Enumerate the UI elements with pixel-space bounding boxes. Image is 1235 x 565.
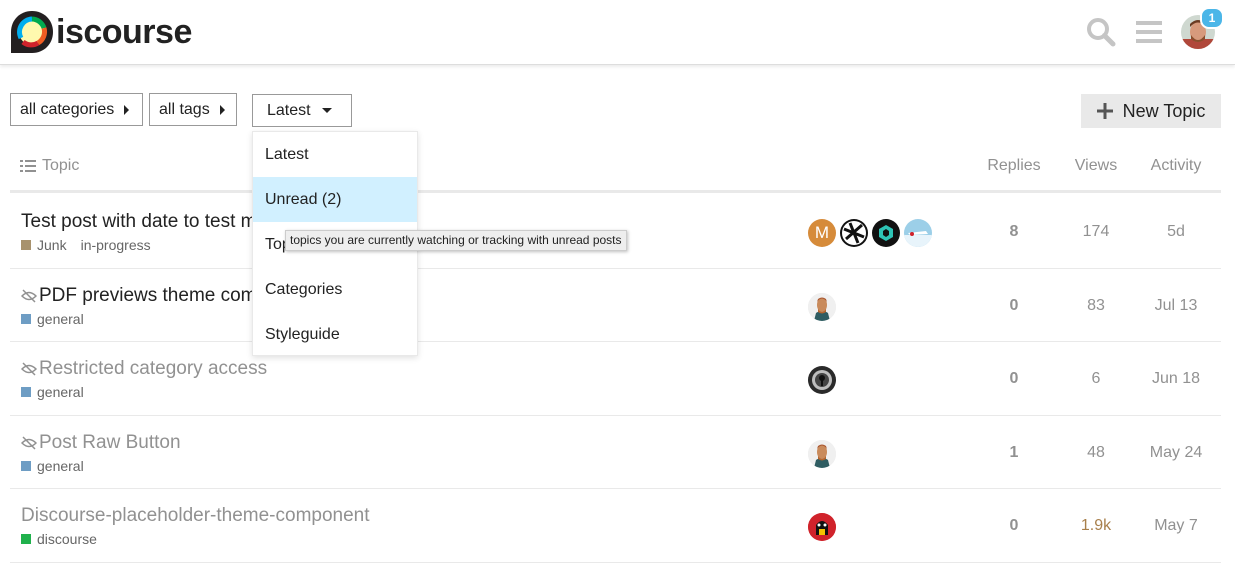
- topic-title: Test post with date to test m: [21, 211, 257, 232]
- topic-list-header: Topic Replies Views Activity: [10, 146, 1221, 193]
- category-color-swatch: [21, 387, 31, 397]
- caret-down-icon: [321, 108, 332, 113]
- menu-item-latest[interactable]: Latest: [253, 132, 417, 177]
- list-filter-label: Latest: [267, 101, 311, 119]
- search-icon: [1087, 18, 1116, 47]
- eye-slash-icon: [21, 362, 37, 376]
- avatar-image: [808, 513, 836, 541]
- list-icon: [20, 160, 36, 172]
- activity-time[interactable]: May 24: [1136, 444, 1216, 462]
- replies-count: 0: [1009, 297, 1019, 314]
- tag-filter-label: all tags: [159, 100, 210, 118]
- posters-list: [808, 293, 836, 321]
- topic-title: Discourse-placeholder-theme-component: [21, 505, 370, 526]
- category-badge[interactable]: general: [37, 458, 84, 474]
- topic-title-link[interactable]: Restricted category access: [21, 358, 267, 380]
- activity-time[interactable]: Jul 13: [1136, 297, 1216, 315]
- views-count: 174: [1082, 223, 1110, 240]
- table-row[interactable]: Discourse-placeholder-theme-component di…: [10, 489, 1221, 563]
- search-button[interactable]: [1085, 14, 1117, 50]
- views-count: 48: [1087, 444, 1105, 461]
- new-topic-button[interactable]: New Topic: [1081, 94, 1221, 128]
- activity-column-header[interactable]: Activity: [1136, 157, 1216, 175]
- tooltip: topics you are currently watching or tra…: [285, 230, 627, 251]
- list-filter-dropdown[interactable]: Latest: [252, 94, 352, 127]
- plus-icon: [1096, 103, 1113, 119]
- activity-time[interactable]: Jun 18: [1136, 370, 1216, 388]
- avatar-image: [904, 231, 932, 247]
- topic-title-link[interactable]: Post Raw Button: [21, 432, 181, 454]
- menu-button[interactable]: [1133, 14, 1165, 50]
- avatar[interactable]: [808, 513, 836, 541]
- posters-list: [808, 366, 836, 394]
- topic-title: PDF previews theme com: [39, 285, 257, 306]
- avatar[interactable]: [904, 219, 932, 247]
- user-avatar-button[interactable]: 1: [1181, 7, 1224, 49]
- replies-count: 0: [1009, 517, 1019, 534]
- avatar[interactable]: M: [808, 219, 836, 247]
- avatar[interactable]: [872, 219, 900, 247]
- category-badge[interactable]: Junk: [37, 237, 67, 253]
- category-color-swatch: [21, 461, 31, 471]
- topic-column-header[interactable]: Topic: [20, 157, 79, 175]
- views-column-header[interactable]: Views: [1056, 157, 1136, 175]
- table-row[interactable]: Restricted category access general 0 6 J…: [10, 342, 1221, 416]
- views-count: 6: [1091, 370, 1101, 387]
- topic-tag[interactable]: in-progress: [81, 237, 151, 253]
- notification-badge: 1: [1200, 7, 1224, 29]
- new-topic-label: New Topic: [1122, 100, 1206, 121]
- topic-title-link[interactable]: PDF previews theme com: [21, 285, 257, 307]
- caret-right-icon: [124, 104, 130, 115]
- site-logo[interactable]: iscourse: [10, 10, 192, 54]
- replies-column-header[interactable]: Replies: [974, 157, 1054, 175]
- category-badge[interactable]: discourse: [37, 531, 97, 547]
- activity-time[interactable]: 5d: [1136, 223, 1216, 241]
- table-row[interactable]: Post Raw Button general 1 48 May 24: [10, 416, 1221, 489]
- avatar-image: [808, 440, 836, 468]
- activity-time[interactable]: May 7: [1136, 517, 1216, 535]
- topic-title: Post Raw Button: [39, 432, 181, 453]
- avatar-initial: M: [814, 223, 830, 242]
- table-row[interactable]: PDF previews theme com general 0 83 Jul …: [10, 269, 1221, 342]
- posters-list: [808, 440, 836, 468]
- replies-count: 1: [1009, 444, 1019, 461]
- hamburger-icon: [1136, 21, 1162, 43]
- menu-item-styleguide[interactable]: Styleguide: [253, 312, 417, 357]
- views-count: 83: [1087, 297, 1105, 314]
- posters-list: [808, 513, 836, 541]
- views-count: 1.9k: [1080, 517, 1112, 534]
- topic-title-link[interactable]: Discourse-placeholder-theme-component: [21, 505, 370, 527]
- avatar-image: [842, 221, 866, 245]
- menu-item-categories[interactable]: Categories: [253, 267, 417, 312]
- category-filter-label: all categories: [20, 100, 115, 118]
- avatar-image: [812, 370, 832, 390]
- topic-title-link[interactable]: Test post with date to test m: [21, 211, 257, 233]
- avatar[interactable]: [808, 440, 836, 468]
- category-filter-dropdown[interactable]: all categories: [10, 93, 143, 126]
- category-color-swatch: [21, 240, 31, 250]
- avatar-image: [808, 293, 836, 321]
- avatar-image: [879, 225, 893, 241]
- category-color-swatch: [21, 534, 31, 544]
- avatar[interactable]: [840, 219, 868, 247]
- topic-column-label: Topic: [42, 157, 80, 174]
- eye-slash-icon: [21, 289, 37, 303]
- replies-count: 8: [1009, 223, 1019, 240]
- category-badge[interactable]: general: [37, 311, 84, 327]
- caret-right-icon: [219, 104, 225, 115]
- topic-title: Restricted category access: [39, 358, 268, 379]
- category-badge[interactable]: general: [37, 384, 84, 400]
- menu-item-unread[interactable]: Unread (2): [253, 177, 417, 222]
- site-header: iscourse 1: [0, 0, 1235, 65]
- replies-count: 0: [1009, 370, 1019, 387]
- navigation-bar: all categories all tags: [10, 93, 237, 126]
- discourse-logo-icon: [11, 11, 53, 53]
- avatar[interactable]: [808, 366, 836, 394]
- avatar[interactable]: [808, 293, 836, 321]
- posters-list: M: [808, 219, 932, 247]
- eye-slash-icon: [21, 436, 37, 450]
- category-color-swatch: [21, 314, 31, 324]
- tag-filter-dropdown[interactable]: all tags: [149, 93, 237, 126]
- logo-wordmark: iscourse: [56, 13, 192, 51]
